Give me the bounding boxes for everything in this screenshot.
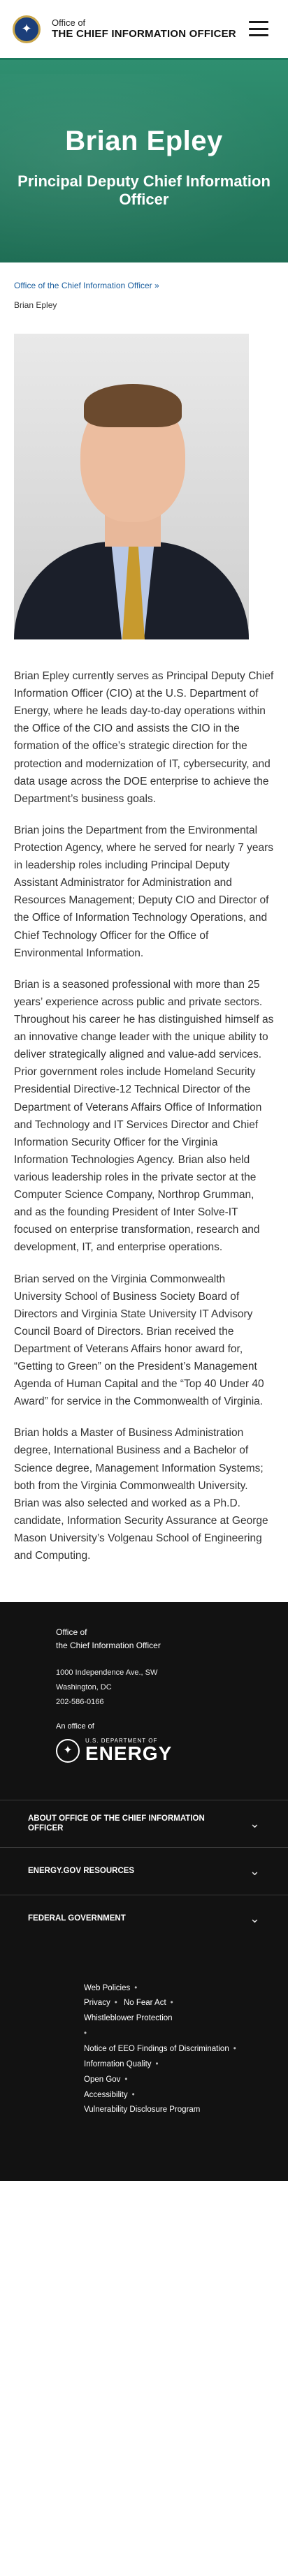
footer-phone[interactable]: 202-586-0166 bbox=[56, 1695, 288, 1710]
footer-link-web-policies[interactable]: Web Policies bbox=[84, 1984, 130, 1992]
accordion-label: ABOUT OFFICE OF THE CHIEF INFORMATION OF… bbox=[28, 1814, 205, 1833]
page-title: Brian Epley bbox=[65, 126, 223, 156]
footer-address: 1000 Independence Ave., SW Washington, D… bbox=[56, 1666, 288, 1710]
bio-paragraph: Brian served on the Virginia Commonwealt… bbox=[14, 1273, 264, 1408]
accordion-label: FEDERAL GOVERNMENT bbox=[28, 1914, 126, 1923]
bio-paragraph: Brian is a seasoned professional with mo… bbox=[14, 978, 274, 1254]
accordion-federal-government[interactable]: FEDERAL GOVERNMENT ⌄ bbox=[0, 1894, 288, 1942]
portrait-photo bbox=[14, 334, 249, 639]
footer-office-line2: the Chief Information Officer bbox=[56, 1640, 161, 1650]
hamburger-menu-icon[interactable] bbox=[249, 21, 268, 36]
footer-an-office-of: An office of bbox=[56, 1722, 94, 1731]
bio-paragraph: Brian Epley currently serves as Principa… bbox=[14, 670, 274, 805]
office-name-label: THE CHIEF INFORMATION OFFICER bbox=[52, 28, 236, 40]
accordion-energy-resources[interactable]: ENERGY.GOV RESOURCES ⌄ bbox=[0, 1846, 288, 1895]
footer-link-privacy[interactable]: Privacy bbox=[84, 1999, 110, 2007]
chevron-down-icon: ⌄ bbox=[249, 1911, 260, 1925]
breadcrumb-current: Brian Epley bbox=[14, 300, 57, 310]
accordion-label: ENERGY.GOV RESOURCES bbox=[28, 1866, 135, 1875]
footer-office-title[interactable]: Office of the Chief Information Officer bbox=[56, 1626, 288, 1652]
chevron-down-icon: ⌄ bbox=[249, 1816, 260, 1830]
footer-link-eeo-findings[interactable]: Notice of EEO Findings of Discrimination bbox=[84, 2045, 229, 2053]
footer-link-whistleblower[interactable]: Whistleblower Protection bbox=[84, 2014, 173, 2022]
doe-seal-icon[interactable]: ✦ bbox=[13, 15, 41, 43]
doe-logo[interactable]: ✦ U.S. DEPARTMENT OF ENERGY bbox=[56, 1738, 288, 1763]
doe-logo-big-text: ENERGY bbox=[85, 1742, 173, 1764]
footer-office-line1: Office of bbox=[56, 1627, 87, 1638]
accordion-about-office[interactable]: ABOUT OFFICE OF THE CHIEF INFORMATION OF… bbox=[0, 1799, 288, 1847]
hero-banner: Brian Epley Principal Deputy Chief Infor… bbox=[0, 60, 288, 262]
footer-address-city: Washington, DC bbox=[56, 1683, 112, 1692]
breadcrumb-link-office[interactable]: Office of the Chief Information Officer bbox=[14, 281, 152, 290]
footer-link-no-fear-act[interactable]: No Fear Act bbox=[124, 1999, 166, 2007]
footer-link-information-quality[interactable]: Information Quality bbox=[84, 2060, 152, 2068]
page-subtitle: Principal Deputy Chief Information Offic… bbox=[17, 172, 271, 209]
footer-link-vulnerability-disclosure[interactable]: Vulnerability Disclosure Program bbox=[84, 2105, 200, 2114]
footer-address-street: 1000 Independence Ave., SW bbox=[56, 1668, 158, 1678]
site-footer: Office of the Chief Information Officer … bbox=[0, 1602, 288, 2182]
bio-paragraph: Brian joins the Department from the Envi… bbox=[14, 824, 274, 959]
site-header: ✦ Office of THE CHIEF INFORMATION OFFICE… bbox=[0, 0, 288, 60]
footer-link-open-gov[interactable]: Open Gov bbox=[84, 2075, 120, 2084]
footer-links: Web Policies • Privacy • No Fear Act • Whis… bbox=[84, 1983, 236, 2115]
office-title[interactable]: Office of THE CHIEF INFORMATION OFFICER bbox=[52, 17, 236, 41]
office-of-label: Office of bbox=[52, 17, 86, 28]
footer-link-accessibility[interactable]: Accessibility bbox=[84, 2091, 128, 2099]
bio-paragraph: Brian holds a Master of Business Adminis… bbox=[14, 1427, 268, 1562]
footer-contact: Office of the Chief Information Officer … bbox=[0, 1602, 288, 1799]
chevron-down-icon: ⌄ bbox=[249, 1863, 260, 1878]
breadcrumb: Office of the Chief Information Officer … bbox=[0, 262, 288, 310]
breadcrumb-separator: » bbox=[154, 281, 159, 290]
bio-section: Brian Epley currently serves as Principa… bbox=[0, 639, 288, 1564]
doe-emblem-icon: ✦ bbox=[56, 1738, 80, 1763]
